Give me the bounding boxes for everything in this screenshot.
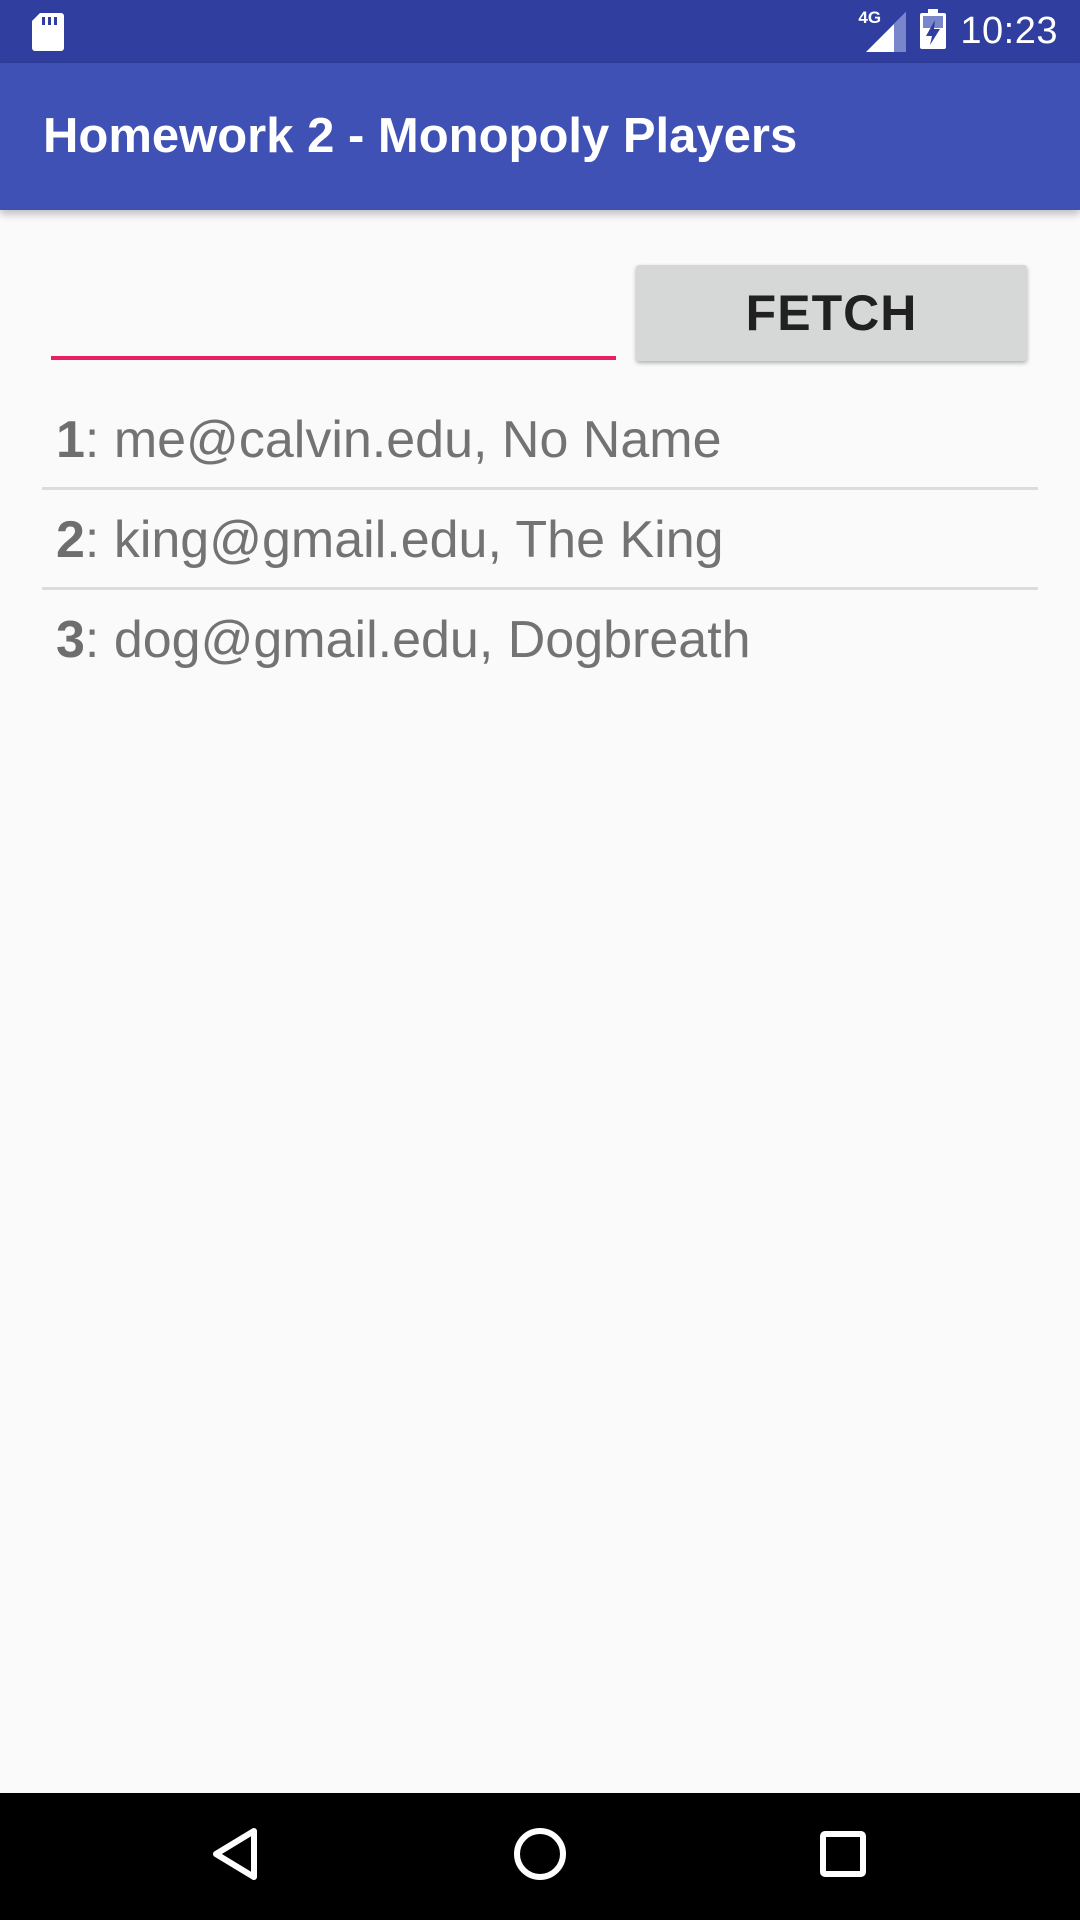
fetch-form: FETCH <box>0 210 1080 370</box>
player-id: 1 <box>56 411 85 469</box>
app-title: Homework 2 - Monopoly Players <box>43 109 798 163</box>
home-button[interactable] <box>505 1821 575 1891</box>
status-right-group: 4G 10:23 <box>858 0 1058 63</box>
recents-button[interactable] <box>808 1821 878 1891</box>
sd-card-icon <box>32 13 64 51</box>
signal-icon: 4G <box>858 8 907 52</box>
back-button[interactable] <box>200 1821 270 1891</box>
player-list-item[interactable]: 2: king@gmail.edu, The King <box>42 490 1038 590</box>
player-id: 3 <box>56 611 85 669</box>
player-details: : dog@gmail.edu, Dogbreath <box>84 611 751 669</box>
status-bar: 4G 10:23 <box>0 0 1080 63</box>
players-list: 1: me@calvin.edu, No Name 2: king@gmail.… <box>42 390 1038 690</box>
player-details: : king@gmail.edu, The King <box>84 511 724 569</box>
recents-icon <box>820 1830 866 1882</box>
main-content: FETCH 1: me@calvin.edu, No Name 2: king@… <box>0 210 1080 1793</box>
status-time: 10:23 <box>960 10 1058 52</box>
player-list-item[interactable]: 1: me@calvin.edu, No Name <box>42 390 1038 490</box>
fetch-button[interactable]: FETCH <box>636 265 1027 361</box>
network-type-label: 4G <box>858 7 882 27</box>
player-list-item[interactable]: 3: dog@gmail.edu, Dogbreath <box>42 590 1038 690</box>
player-details: : me@calvin.edu, No Name <box>84 411 722 469</box>
player-id-input[interactable] <box>51 300 616 360</box>
navigation-bar <box>0 1793 1080 1920</box>
home-icon <box>513 1827 567 1886</box>
back-icon <box>210 1827 260 1886</box>
player-id: 2 <box>56 511 85 569</box>
battery-icon <box>920 9 947 54</box>
app-bar: Homework 2 - Monopoly Players <box>0 63 1080 210</box>
